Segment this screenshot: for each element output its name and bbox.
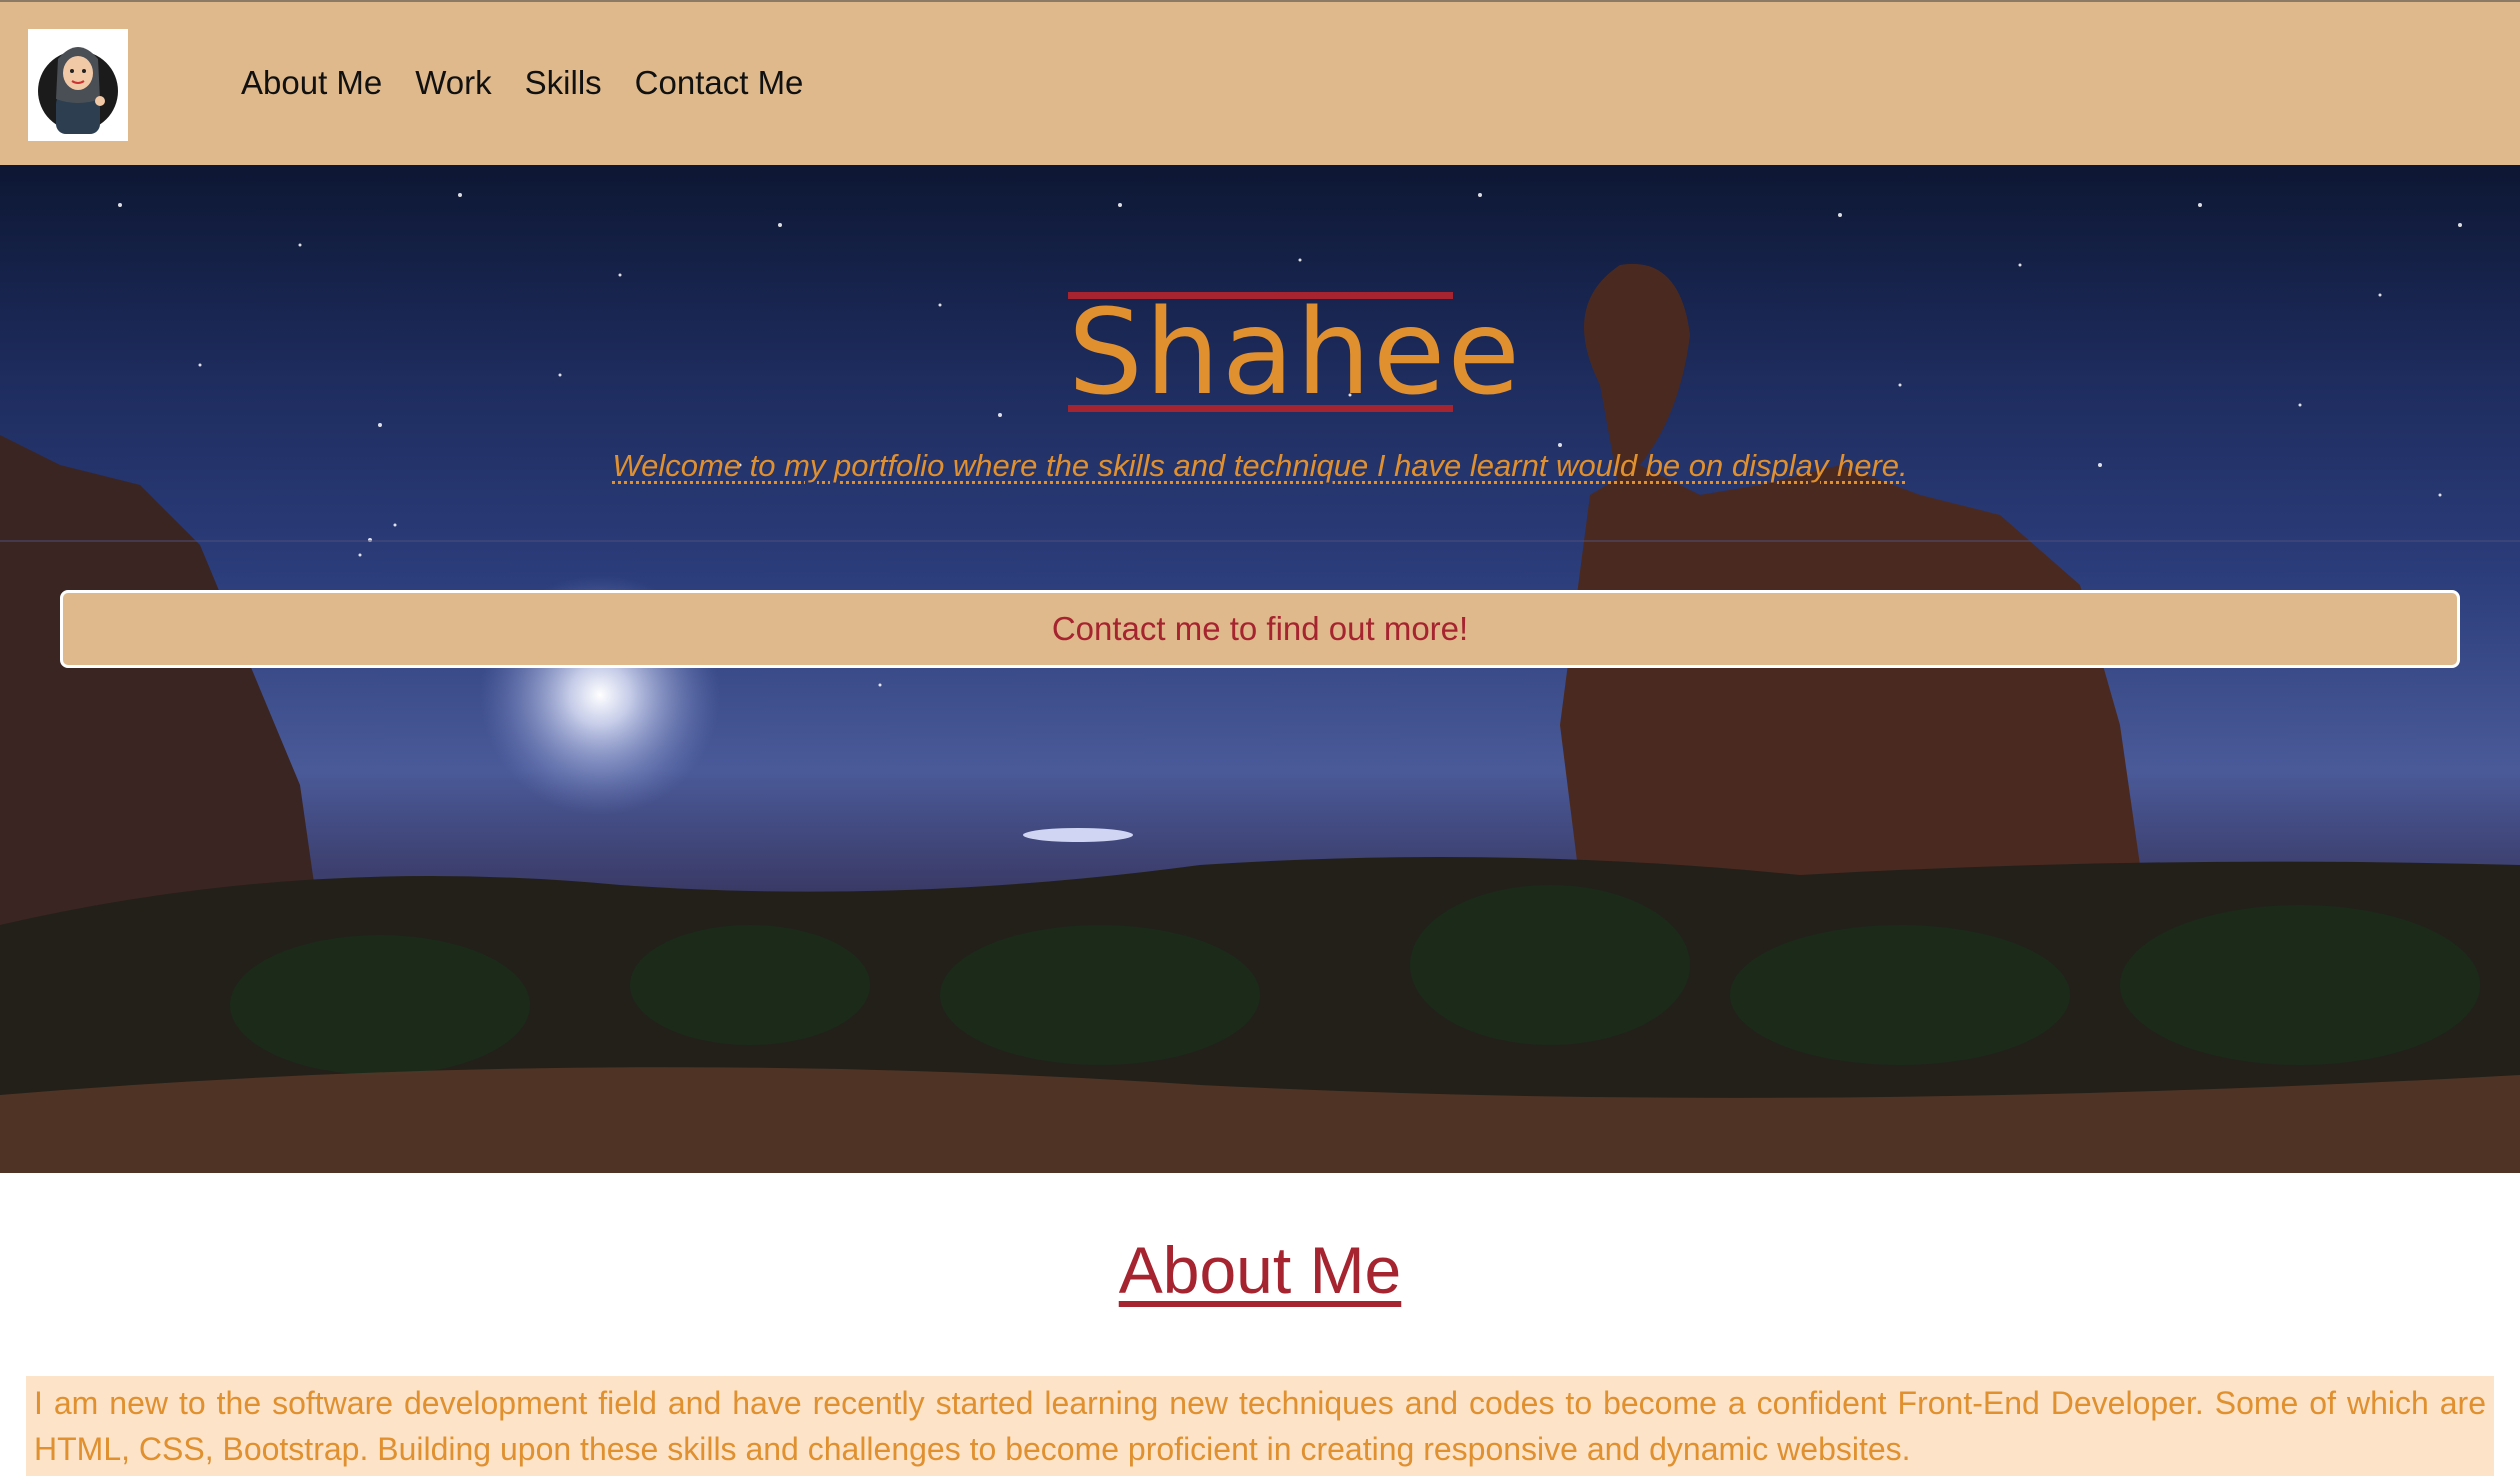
hero-section: Shahee Welcome to my portfolio where the… (0, 165, 2520, 1173)
contact-cta-button[interactable]: Contact me to find out more! (60, 590, 2460, 668)
hero-title: Shahee (1068, 283, 1522, 421)
avatar-image (38, 47, 118, 134)
nav-link-contact-me[interactable]: Contact Me (635, 64, 804, 102)
hero-subtitle: Welcome to my portfolio where the skills… (612, 448, 1908, 483)
nav-link-skills[interactable]: Skills (525, 64, 602, 102)
about-heading: About Me (1118, 1233, 1402, 1307)
about-text: I am new to the software development fie… (26, 1376, 2494, 1476)
avatar[interactable] (28, 29, 128, 141)
navbar: About Me Work Skills Contact Me (0, 0, 2520, 165)
nav-link-about-me[interactable]: About Me (241, 64, 382, 102)
nav-link-work[interactable]: Work (415, 64, 491, 102)
nav-links: About Me Work Skills Contact Me (241, 64, 803, 102)
hero-divider (0, 540, 2520, 542)
